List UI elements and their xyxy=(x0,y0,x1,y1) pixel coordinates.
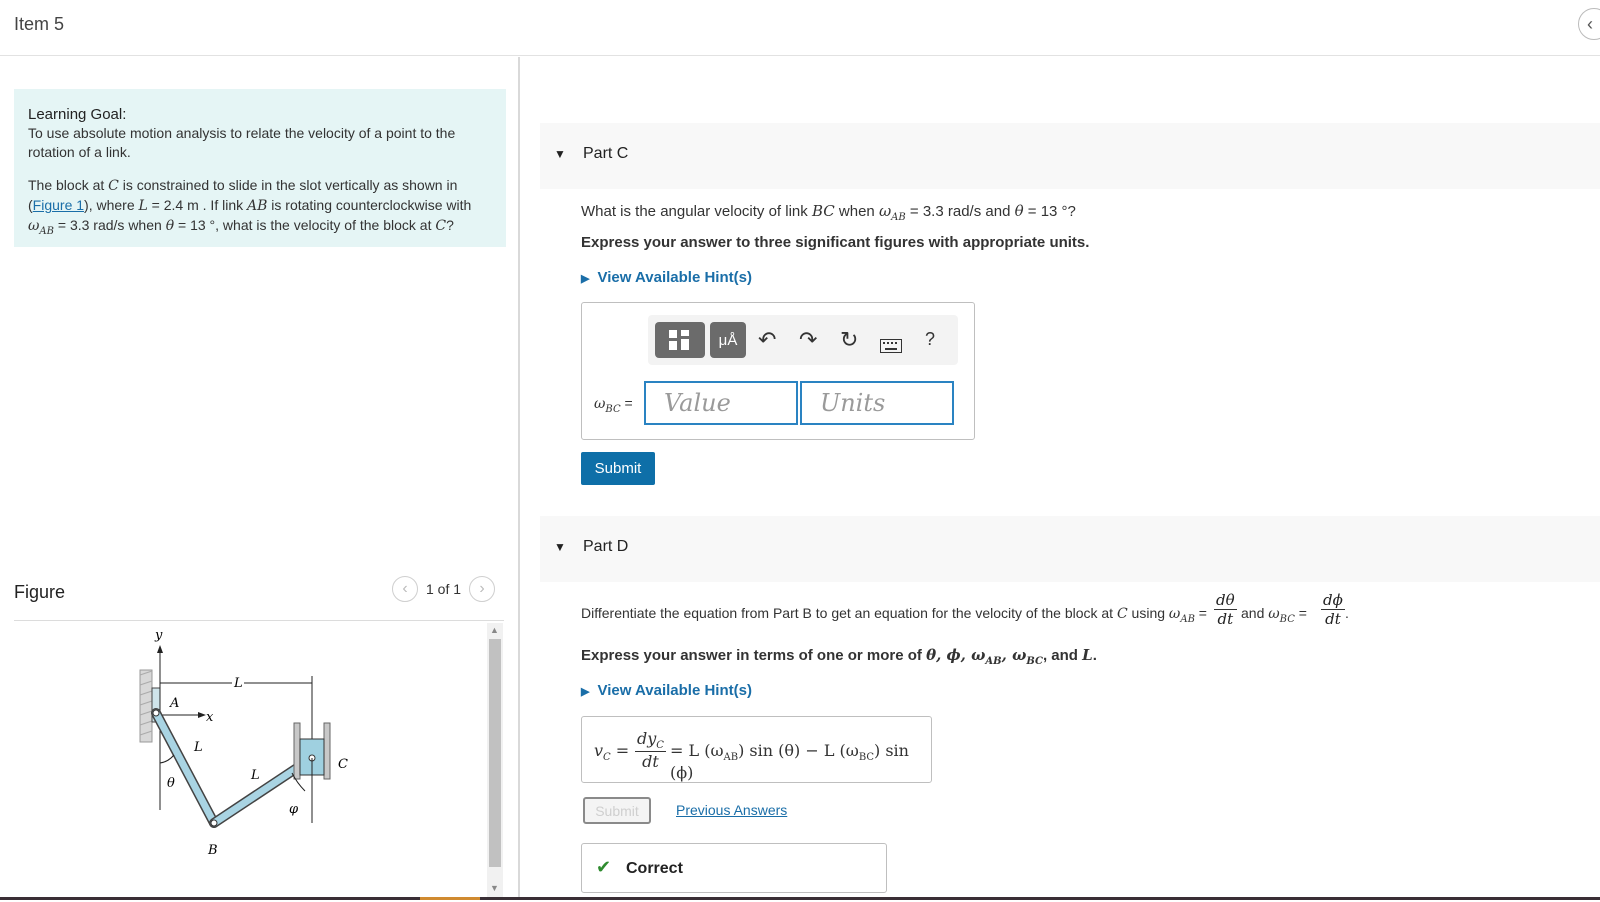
figure-scrollbar[interactable]: ▲ ▼ xyxy=(487,623,503,897)
omega-bc-label: ωBC = xyxy=(594,395,633,415)
figure-prev-button[interactable]: ‹ xyxy=(392,576,418,602)
scroll-thumb[interactable] xyxy=(489,639,501,867)
figure-link[interactable]: Figure 1 xyxy=(33,197,84,213)
link-BC-length-label: L xyxy=(250,768,260,783)
part-d-label: Part D xyxy=(583,538,629,555)
slot-left xyxy=(293,722,301,780)
part-c-hint-toggle[interactable]: ▶ View Available Hint(s) xyxy=(581,269,752,286)
parts-panel: ▼ Part C What is the angular velocity of… xyxy=(540,57,1600,900)
undo-icon[interactable]: ↶ xyxy=(758,327,776,353)
dimension-label-L: L xyxy=(233,676,243,691)
part-d-instruction: Express your answer in terms of one or m… xyxy=(581,646,1097,667)
figure-image: y x L A L L θ φ B C xyxy=(14,623,484,897)
correct-label: Correct xyxy=(626,860,683,877)
phi-label: φ xyxy=(289,802,299,817)
templates-button[interactable] xyxy=(655,322,705,358)
chevron-left-icon: ‹ xyxy=(1587,13,1593,34)
problem-statement: The block at C is constrained to slide i… xyxy=(28,177,472,237)
reset-icon[interactable]: ↻ xyxy=(840,327,858,353)
problem-panel: Learning Goal: To use absolute motion an… xyxy=(0,57,520,900)
point-A-label: A xyxy=(169,696,179,711)
part-d-submit-button[interactable]: Submit xyxy=(583,797,651,824)
theta-label: θ xyxy=(167,776,175,791)
answer-rhs: = L (ωAB) sin (θ) − L (ωBC) sin (ϕ) xyxy=(670,741,909,783)
templates-icon xyxy=(669,330,689,350)
slot-right xyxy=(323,722,331,780)
help-button[interactable]: ? xyxy=(925,329,935,350)
part-c-header[interactable]: ▼ Part C xyxy=(540,123,1600,189)
scroll-down-icon[interactable]: ▼ xyxy=(490,883,499,893)
value-input[interactable]: Value xyxy=(644,381,798,425)
point-C-label: C xyxy=(338,757,348,772)
part-d-question-cont: and ωBC = xyxy=(1241,605,1307,625)
collapse-triangle-icon: ▼ xyxy=(554,540,566,554)
learning-goal-box: Learning Goal: To use absolute motion an… xyxy=(14,89,506,247)
units-input[interactable]: Units xyxy=(800,381,954,425)
linkage-diagram: y x L A L L θ φ B C xyxy=(139,628,348,858)
part-d-answer-display: vC = dyC dt = L (ωAB) sin (θ) − L (ωBC) s… xyxy=(581,716,932,783)
figure-divider xyxy=(14,620,504,621)
part-c-label: Part C xyxy=(583,145,629,162)
part-d-question: Differentiate the equation from Part B t… xyxy=(581,605,1207,625)
item-title: Item 5 xyxy=(14,14,65,34)
units-button[interactable]: μÅ xyxy=(710,322,746,358)
part-d-hint-toggle[interactable]: ▶ View Available Hint(s) xyxy=(581,682,752,699)
figure-page-count: 1 of 1 xyxy=(426,581,462,597)
item-header: Item 5 ‹ xyxy=(0,0,1600,56)
part-d-header[interactable]: ▼ Part D xyxy=(540,516,1600,582)
figure-pager: ‹ 1 of 1 › xyxy=(392,576,496,602)
keyboard-icon[interactable] xyxy=(880,333,902,359)
learning-goal-text: To use absolute motion analysis to relat… xyxy=(28,125,456,160)
dphi-dt-fraction: dϕ dt xyxy=(1321,591,1345,628)
math-toolbar: μÅ ↶ ↷ ↻ ? xyxy=(648,315,958,365)
scroll-up-icon[interactable]: ▲ xyxy=(490,625,499,635)
point-B-label: B xyxy=(207,843,218,858)
part-c-submit-button[interactable]: Submit xyxy=(581,452,655,485)
redo-icon[interactable]: ↷ xyxy=(799,327,817,353)
collapse-triangle-icon: ▼ xyxy=(554,147,566,161)
part-d-hint-label: View Available Hint(s) xyxy=(597,682,752,699)
part-c-instruction: Express your answer to three significant… xyxy=(581,234,1090,251)
correct-feedback: ✔ Correct xyxy=(581,843,887,893)
link-AB-length-label: L xyxy=(193,740,203,755)
answer-lhs: vC = xyxy=(594,741,630,764)
checkmark-icon: ✔ xyxy=(596,857,612,877)
chevron-left-icon: ‹ xyxy=(402,580,408,597)
caret-right-icon: ▶ xyxy=(581,273,590,285)
figure-title: Figure xyxy=(14,582,66,602)
figure-next-button[interactable]: › xyxy=(469,576,496,602)
part-c-question: What is the angular velocity of link BC … xyxy=(581,202,1076,223)
chevron-right-icon: › xyxy=(479,580,485,597)
dyc-dt-fraction: dyC dt xyxy=(635,729,666,772)
learning-goal-heading: Learning Goal: xyxy=(28,106,127,123)
part-c-answer-box: μÅ ↶ ↷ ↻ ? ωBC = Value Units xyxy=(581,302,975,440)
caret-right-icon: ▶ xyxy=(581,686,590,698)
dtheta-dt-fraction: dθ dt xyxy=(1214,591,1237,628)
x-axis-label: x xyxy=(206,710,214,725)
previous-answers-link[interactable]: Previous Answers xyxy=(676,802,787,818)
part-c-hint-label: View Available Hint(s) xyxy=(597,269,752,286)
y-axis-label: y xyxy=(154,628,163,643)
collapse-button[interactable]: ‹ xyxy=(1578,8,1600,40)
question-period: . xyxy=(1345,605,1349,621)
